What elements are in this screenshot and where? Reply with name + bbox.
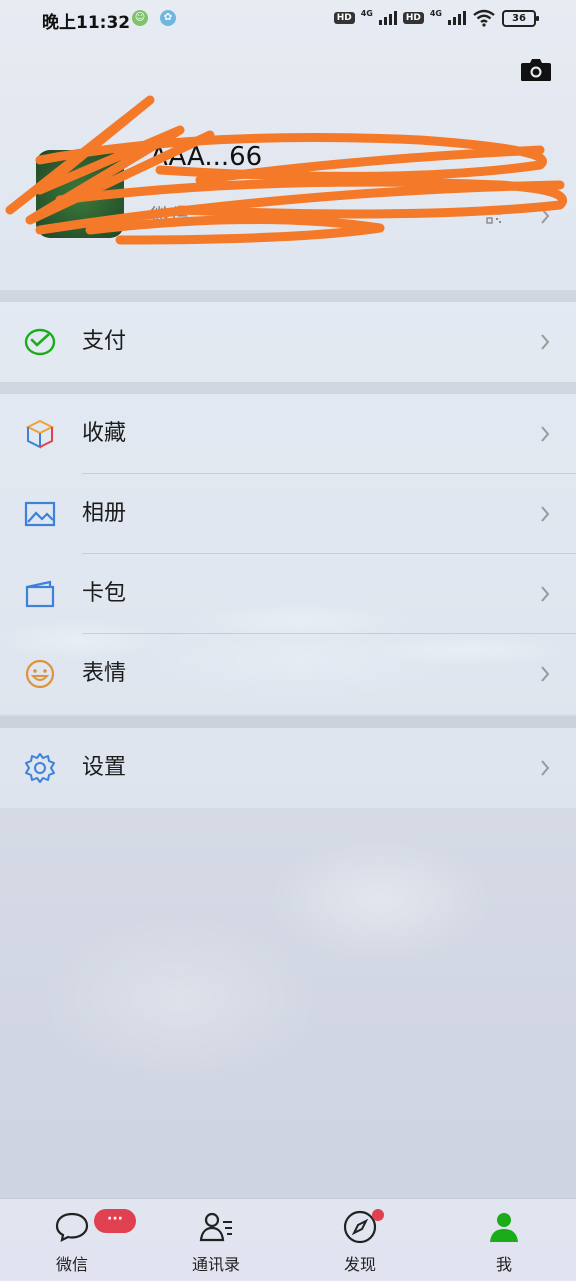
- hd-icon: HD: [402, 12, 424, 24]
- tab-label: 发现: [343, 1255, 376, 1274]
- qr-code-icon[interactable]: [486, 208, 502, 224]
- menu-label: 设置: [82, 755, 127, 780]
- person-icon: [490, 1213, 518, 1242]
- wechat-id-label: 微信: [150, 204, 190, 228]
- background-haze: [0, 780, 576, 1180]
- chevron-right-icon: [541, 334, 550, 350]
- camera-icon[interactable]: [520, 58, 552, 82]
- chevron-right-icon: [541, 208, 550, 224]
- tab-label: 我: [495, 1255, 512, 1274]
- tab-contacts[interactable]: 通讯录: [156, 1199, 276, 1281]
- pay-icon: [24, 328, 56, 356]
- contacts-icon: [199, 1212, 232, 1242]
- section-gap: [0, 716, 576, 728]
- avatar[interactable]: [36, 150, 124, 238]
- menu-item-album[interactable]: 相册: [0, 474, 576, 554]
- menu-label: 支付: [82, 329, 127, 354]
- menu-item-stickers[interactable]: 表情: [0, 634, 576, 714]
- status-time: 晚上11:32: [42, 13, 131, 33]
- gear-icon: [25, 753, 55, 783]
- menu-label: 收藏: [82, 421, 127, 446]
- nickname: AAA...66: [150, 142, 263, 172]
- network-type: 4G: [429, 8, 442, 18]
- menu-label: 表情: [82, 661, 127, 686]
- wifi-icon: [473, 9, 495, 27]
- card-wallet-icon: [25, 580, 55, 608]
- section-gap: [0, 382, 576, 394]
- app-notification-icon: ✿: [160, 10, 176, 26]
- chevron-right-icon: [541, 666, 550, 682]
- menu-item-pay[interactable]: 支付: [0, 302, 576, 382]
- menu-item-favorites[interactable]: 收藏: [0, 394, 576, 474]
- tab-chats[interactable]: ··· 微信: [12, 1199, 136, 1281]
- menu-group-settings: 设置: [0, 728, 576, 808]
- chevron-right-icon: [541, 586, 550, 602]
- bottom-tab-bar: ··· 微信 通讯录 发现 我: [0, 1198, 576, 1281]
- section-gap: [0, 290, 576, 302]
- battery-icon: 36: [502, 9, 539, 27]
- menu-label: 相册: [82, 501, 127, 526]
- signal-icon: [378, 11, 397, 25]
- menu-item-settings[interactable]: 设置: [0, 728, 576, 808]
- tab-label: 通讯录: [191, 1255, 240, 1274]
- smiley-icon: [25, 659, 55, 689]
- profile-header[interactable]: AAA...66 微信: [0, 90, 576, 290]
- menu-group-content: 收藏 相册 卡包 表情: [0, 394, 576, 714]
- menu-label: 卡包: [82, 581, 127, 606]
- signal-icon: [448, 11, 466, 25]
- chevron-right-icon: [541, 426, 550, 442]
- chevron-right-icon: [541, 506, 550, 522]
- album-icon: [24, 501, 56, 527]
- unread-badge: ···: [94, 1209, 136, 1233]
- discover-red-dot: [372, 1209, 384, 1221]
- chevron-right-icon: [541, 760, 550, 776]
- chat-bubble-icon: [55, 1212, 89, 1242]
- tab-label: 微信: [55, 1255, 88, 1274]
- status-icons: HD 4G HD 4G 36: [333, 8, 539, 27]
- status-bar: 晚上11:32 ☺ ✿ HD 4G HD 4G 36: [0, 0, 576, 36]
- menu-group-pay: 支付: [0, 302, 576, 382]
- app-notification-icon: ☺: [132, 10, 148, 26]
- tab-me[interactable]: 我: [444, 1199, 564, 1281]
- hd-icon: HD: [333, 12, 355, 24]
- menu-item-cards[interactable]: 卡包: [0, 554, 576, 634]
- tab-discover[interactable]: 发现: [300, 1199, 420, 1281]
- network-type: 4G: [360, 8, 373, 18]
- favorites-cube-icon: [25, 419, 55, 449]
